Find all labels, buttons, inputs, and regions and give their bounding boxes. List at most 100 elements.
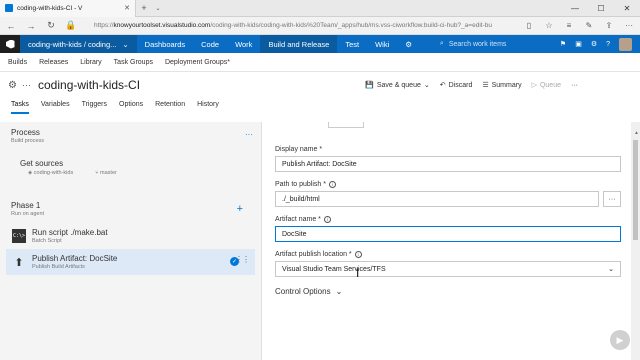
- menu-work[interactable]: Work: [227, 35, 260, 53]
- info-icon[interactable]: i: [323, 216, 331, 223]
- subnav-task-groups[interactable]: Task Groups: [114, 59, 153, 66]
- more-actions-icon[interactable]: ···: [571, 82, 578, 89]
- browser-tab[interactable]: coding-with-kids-CI - V ✕: [0, 0, 136, 17]
- minimize-icon[interactable]: —: [562, 4, 588, 13]
- reading-view-icon[interactable]: ▯: [522, 21, 536, 30]
- project-selector[interactable]: coding-with-kids / coding... ⌄: [20, 35, 137, 53]
- subnav-deployment-groups[interactable]: Deployment Groups*: [165, 59, 230, 66]
- save-and-queue-button[interactable]: 💾 Save & queue ⌄: [365, 81, 430, 90]
- list-icon: ☰: [482, 82, 489, 89]
- link-settings-button[interactable]: [328, 122, 364, 128]
- artifact-name-label: Artifact name *: [275, 216, 321, 223]
- publish-location-select[interactable]: Visual Studio Team Services/TFS ⌄: [275, 261, 621, 277]
- process-title: Process: [11, 128, 40, 137]
- breadcrumb-more-icon[interactable]: ···: [22, 80, 38, 90]
- undo-icon: ↶: [439, 82, 446, 89]
- project-name: coding-with-kids / coding...: [28, 39, 117, 49]
- control-options-toggle[interactable]: Control Options ⌄: [275, 287, 627, 296]
- task-item-selected[interactable]: ⬆ Publish Artifact: DocSite Publish Buil…: [6, 249, 255, 275]
- queue-button[interactable]: ▷ Queue: [532, 81, 561, 90]
- phase-header[interactable]: Phase 1 Run on agent +: [0, 195, 261, 223]
- queue-label: Queue: [539, 81, 561, 89]
- phase-title: Phase 1: [11, 201, 41, 210]
- process-section[interactable]: Process Build process ···: [0, 122, 261, 150]
- visual-studio-logo-icon[interactable]: [0, 35, 20, 53]
- back-icon[interactable]: ←: [4, 21, 18, 31]
- branch-name: master: [100, 170, 117, 176]
- lock-icon: 🔒: [65, 20, 77, 30]
- drag-handle-icon[interactable]: ⋮⋮: [235, 255, 250, 264]
- task-item[interactable]: C:\> Run script ./make.bat Batch Script: [6, 223, 255, 249]
- pipeline-name[interactable]: coding-with-kids-CI: [38, 78, 140, 92]
- search-input[interactable]: ⌕ Search work items: [432, 35, 552, 53]
- text-cursor-icon: I: [356, 266, 360, 280]
- artifact-name-input[interactable]: DocSite: [275, 226, 621, 242]
- scrollbar-thumb[interactable]: [633, 140, 638, 240]
- display-name-field: Display name * Publish Artifact: DocSite: [275, 146, 627, 172]
- menu-code[interactable]: Code: [193, 35, 227, 53]
- url-host: knowyourtoolset.visualstudio.com: [113, 22, 211, 29]
- discard-button[interactable]: ↶ Discard: [439, 81, 473, 90]
- upload-icon: ⬆: [14, 256, 24, 269]
- notes-icon[interactable]: ✎: [582, 21, 596, 30]
- menu-test[interactable]: Test: [337, 35, 367, 53]
- help-icon[interactable]: ?: [606, 41, 610, 48]
- tab-list-chevron-icon[interactable]: ⌄: [152, 5, 164, 12]
- subnav-releases[interactable]: Releases: [39, 59, 68, 66]
- maximize-icon[interactable]: ☐: [588, 4, 614, 13]
- info-icon[interactable]: i: [328, 181, 336, 188]
- chevron-down-icon: ⌄: [335, 287, 343, 296]
- video-play-icon[interactable]: ▶: [610, 330, 630, 350]
- summary-button[interactable]: ☰ Summary: [482, 81, 522, 90]
- path-label: Path to publish *: [275, 181, 326, 188]
- marketplace-bag-icon[interactable]: ▣: [575, 40, 582, 48]
- process-more-icon[interactable]: ···: [245, 130, 253, 139]
- branch-meta: ⑂ master: [95, 170, 117, 176]
- tab-retention[interactable]: Retention: [155, 98, 185, 114]
- path-input[interactable]: ./_build/html: [275, 191, 599, 207]
- menu-dashboards[interactable]: Dashboards: [137, 35, 193, 53]
- address-bar: ← → ↻ 🔒 https://knowyourtoolset.visualst…: [0, 17, 640, 35]
- tab-variables[interactable]: Variables: [41, 98, 70, 114]
- share-icon[interactable]: ⇪: [602, 21, 616, 30]
- add-task-icon[interactable]: +: [237, 203, 243, 215]
- subnav-builds[interactable]: Builds: [8, 59, 27, 66]
- scroll-up-icon[interactable]: ▲: [634, 130, 639, 136]
- display-name-label: Display name *: [275, 146, 323, 153]
- tab-triggers[interactable]: Triggers: [82, 98, 107, 114]
- account-settings-icon[interactable]: ⚙: [591, 40, 597, 48]
- info-icon[interactable]: i: [354, 251, 362, 258]
- settings-gear-icon[interactable]: ⚙: [397, 35, 420, 53]
- menu-build-and-release[interactable]: Build and Release: [260, 35, 338, 53]
- get-sources-item[interactable]: Get sources ◈ coding-with-kids ⑂ master: [8, 154, 253, 181]
- tab-options[interactable]: Options: [119, 98, 143, 114]
- pipeline-toolbar: 💾 Save & queue ⌄ ↶ Discard ☰ Summary ▷ Q…: [365, 81, 640, 90]
- task-subtitle: Publish Build Artifacts: [32, 264, 85, 270]
- browser-tab-title: coding-with-kids-CI - V: [17, 4, 83, 12]
- save-icon: 💾: [365, 82, 374, 89]
- editor-tabs: Tasks Variables Triggers Options Retenti…: [0, 98, 640, 115]
- tab-tasks[interactable]: Tasks: [11, 98, 29, 114]
- subnav-library[interactable]: Library: [80, 59, 101, 66]
- browse-button[interactable]: ···: [603, 191, 621, 207]
- build-subnav: Builds Releases Library Task Groups Depl…: [0, 53, 640, 72]
- tab-history[interactable]: History: [197, 98, 219, 114]
- favorite-star-icon[interactable]: ☆: [542, 21, 556, 30]
- window-close-icon[interactable]: ✕: [614, 4, 640, 13]
- menu-wiki[interactable]: Wiki: [367, 35, 397, 53]
- display-name-input[interactable]: Publish Artifact: DocSite: [275, 156, 621, 172]
- close-tab-icon[interactable]: ✕: [124, 4, 130, 12]
- url-field[interactable]: https://knowyourtoolset.visualstudio.com…: [84, 19, 516, 33]
- more-icon[interactable]: ···: [622, 21, 636, 30]
- flag-icon[interactable]: ⚑: [560, 40, 566, 48]
- new-tab-icon[interactable]: +: [136, 3, 152, 13]
- location-value: Visual Studio Team Services/TFS: [282, 265, 386, 273]
- avatar[interactable]: [619, 37, 632, 51]
- refresh-icon[interactable]: ↻: [44, 20, 58, 31]
- summary-label: Summary: [491, 81, 522, 89]
- url-prefix: https://: [94, 22, 114, 29]
- vsts-favicon-icon: [5, 4, 13, 12]
- get-sources-label: Get sources: [20, 159, 64, 168]
- forward-icon[interactable]: →: [24, 21, 38, 31]
- favorites-hub-icon[interactable]: ≡: [562, 21, 576, 30]
